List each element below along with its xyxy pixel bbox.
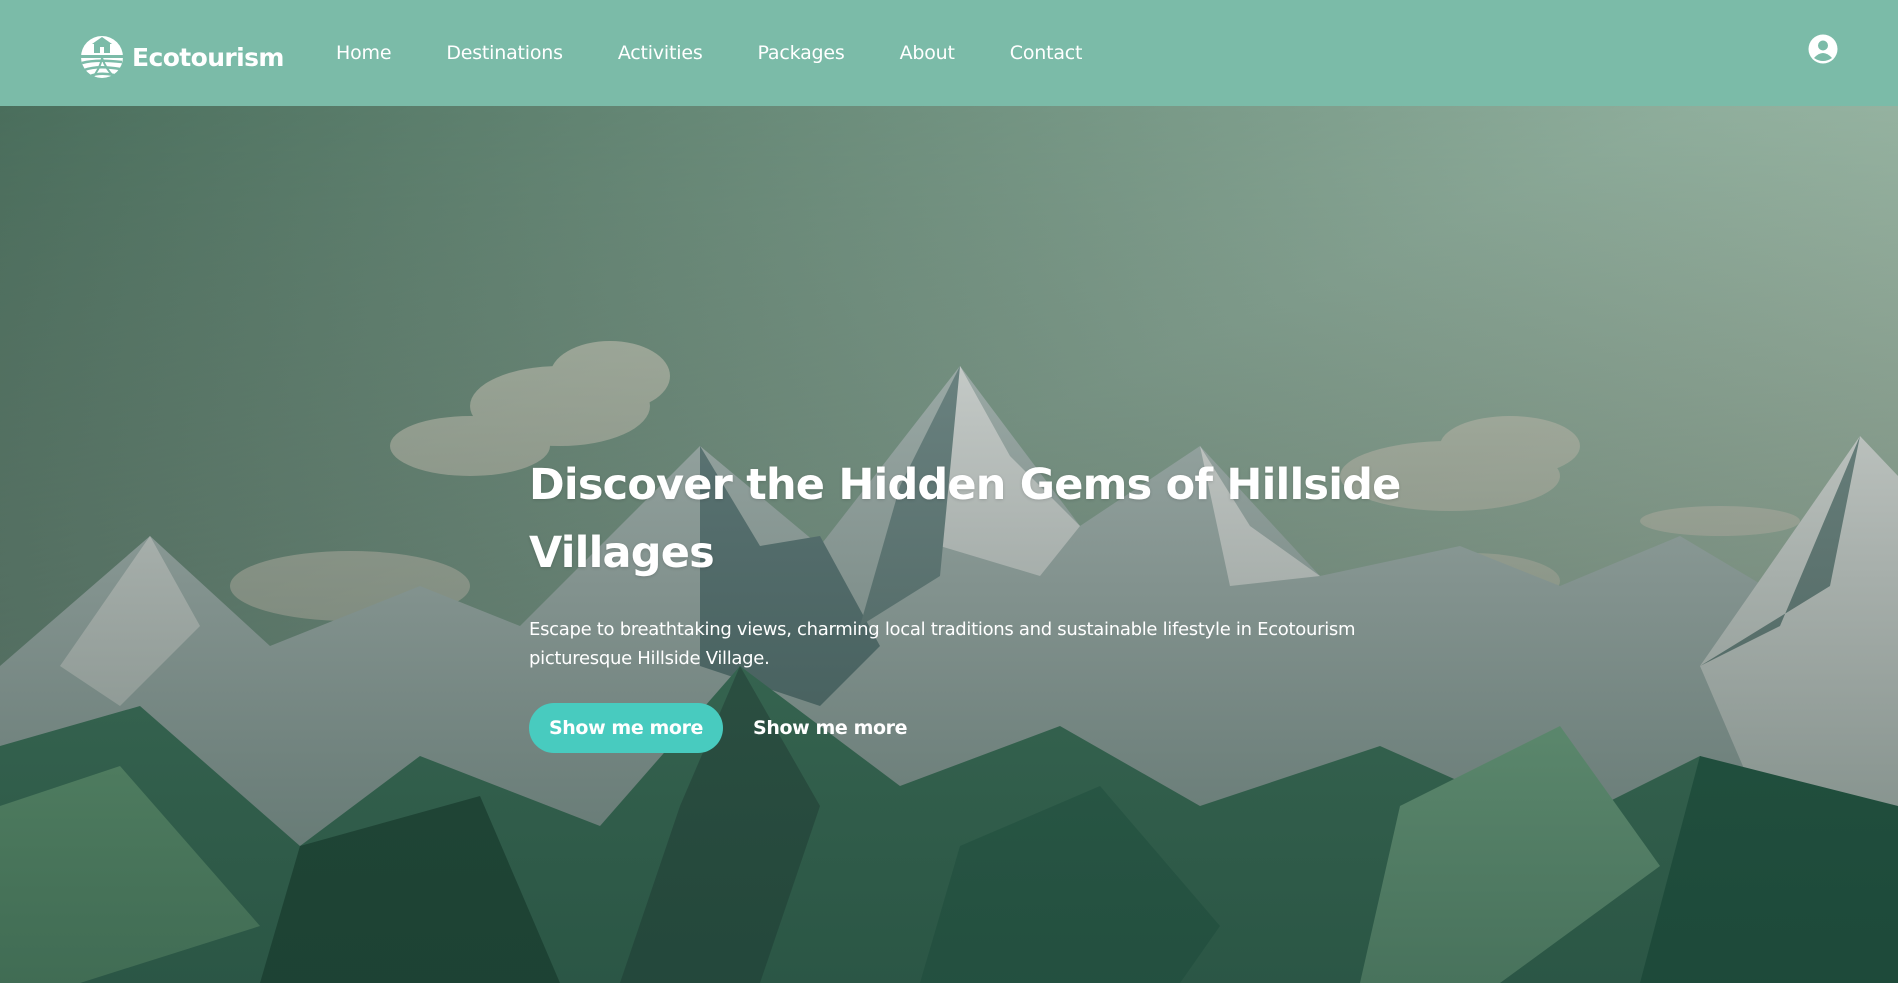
show-more-primary-button[interactable]: Show me more — [529, 703, 724, 753]
hero-subtitle: Escape to breathtaking views, charming l… — [529, 619, 1356, 669]
nav-item-contact: Contact — [1010, 42, 1083, 64]
brand-logo-link[interactable]: Ecotourism — [80, 35, 284, 79]
nav-item-about: About — [900, 42, 955, 64]
nav-item-packages: Packages — [758, 42, 845, 64]
hero-content: Discover the Hidden Gems of Hillside Vil… — [529, 451, 1409, 753]
hero-title: Discover the Hidden Gems of Hillside Vil… — [529, 460, 1401, 578]
nav-item-home: Home — [336, 42, 392, 64]
nav-link-destinations[interactable]: Destinations — [446, 42, 563, 64]
main-nav: Home Destinations Activities Packages Ab… — [336, 42, 1083, 64]
village-logo-icon — [80, 36, 124, 79]
nav-link-home[interactable]: Home — [336, 42, 392, 64]
nav-link-packages[interactable]: Packages — [758, 42, 845, 64]
nav-link-about[interactable]: About — [900, 42, 955, 64]
nav-item-activities: Activities — [618, 42, 703, 64]
nav-link-contact[interactable]: Contact — [1010, 42, 1083, 64]
top-navigation-bar: Ecotourism Home Destinations Activities … — [0, 0, 1898, 106]
nav-link-activities[interactable]: Activities — [618, 42, 703, 64]
user-account-icon[interactable] — [1808, 34, 1838, 64]
brand-name: Ecotourism — [132, 42, 284, 72]
nav-item-destinations: Destinations — [446, 42, 563, 64]
hero-actions: Show me more Show me more — [529, 703, 1409, 753]
show-more-secondary-button[interactable]: Show me more — [753, 717, 907, 739]
hero-section: Discover the Hidden Gems of Hillside Vil… — [0, 106, 1898, 983]
